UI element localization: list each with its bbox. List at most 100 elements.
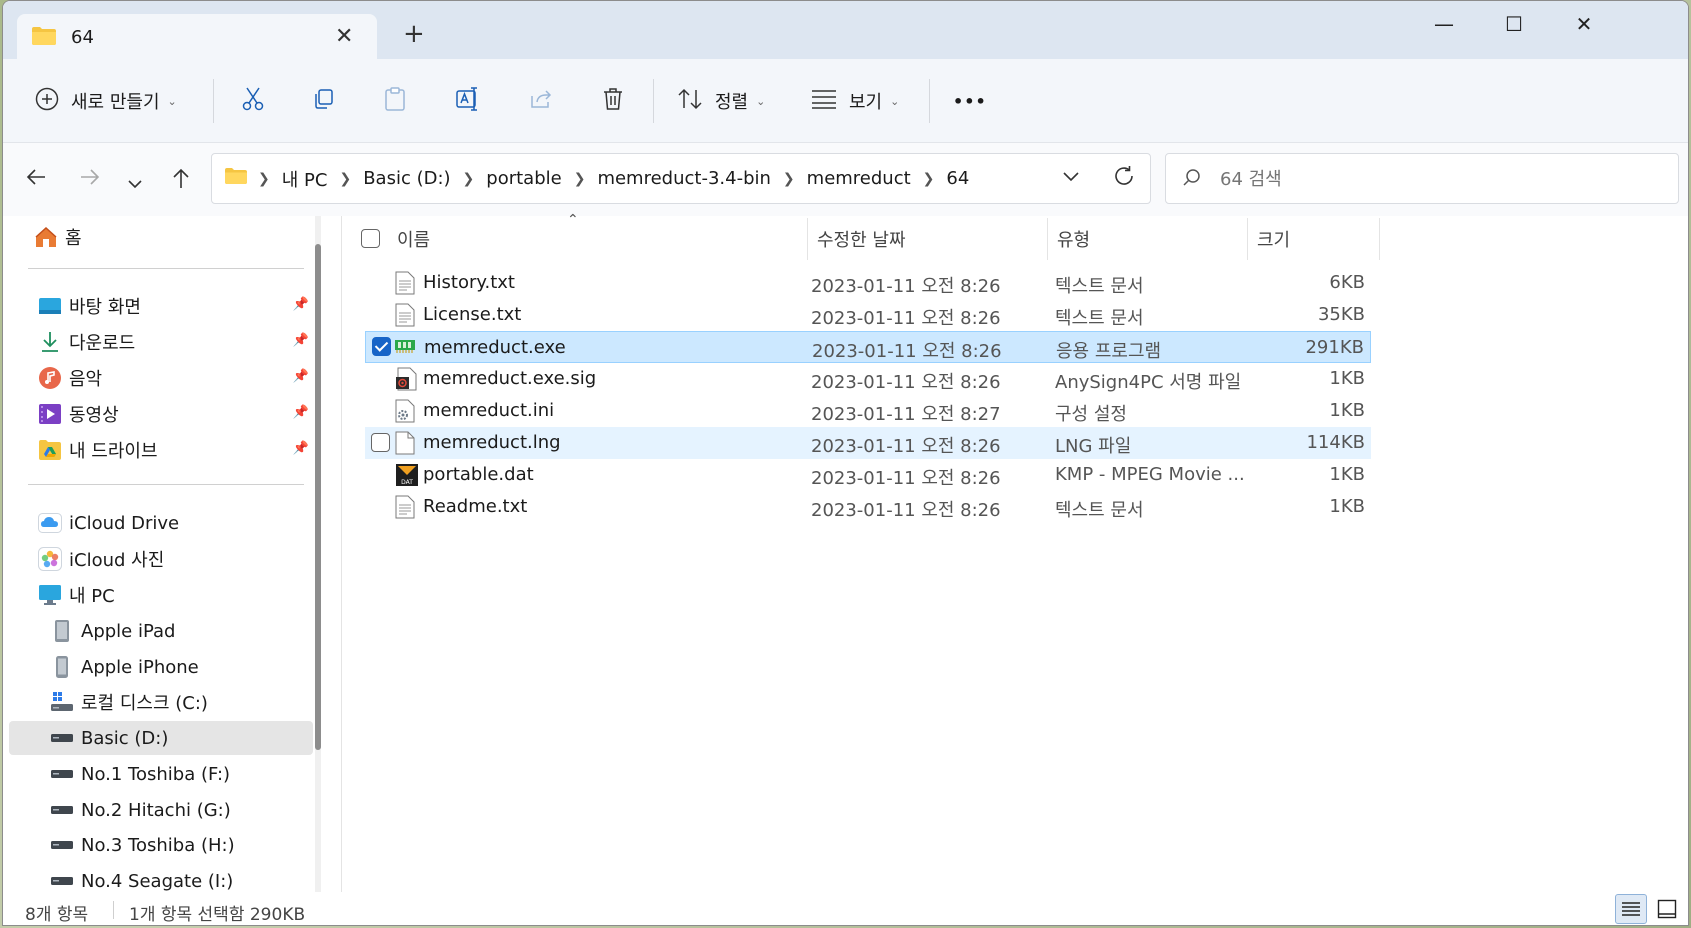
chevron-right-icon[interactable]: ❯: [783, 171, 795, 187]
sidebar-item-label: Apple iPhone: [81, 656, 199, 678]
sidebar-item-hitachi-g[interactable]: No.2 Hitachi (G:): [49, 793, 313, 827]
sidebar-item-icloud-photos[interactable]: iCloud 사진: [37, 542, 313, 576]
column-divider[interactable]: [807, 218, 808, 260]
details-view-button[interactable]: [1615, 894, 1647, 924]
sidebar-item-music[interactable]: 음악 📌: [37, 361, 313, 395]
selection-info: 1개 항목 선택함 290KB: [129, 905, 306, 925]
sidebar-scrollbar[interactable]: [315, 216, 321, 892]
address-bar[interactable]: ❯ 내 PC ❯ Basic (D:) ❯ portable ❯ memredu…: [211, 153, 1151, 204]
column-divider[interactable]: [1379, 218, 1380, 260]
address-history-dropdown[interactable]: [1062, 166, 1080, 187]
sort-button[interactable]: 정렬 ⌄: [677, 59, 765, 143]
maximize-button[interactable]: ☐: [1479, 1, 1549, 47]
tab-64[interactable]: 64 ✕: [17, 14, 377, 59]
sidebar-item-label: No.1 Toshiba (F:): [81, 763, 231, 785]
file-type: 텍스트 문서: [1055, 308, 1144, 329]
sidebar-item-my-drive[interactable]: 내 드라이브 📌: [37, 433, 313, 467]
breadcrumb-basic-d[interactable]: Basic (D:): [363, 168, 450, 189]
pane-divider[interactable]: [341, 216, 342, 892]
file-type: 응용 프로그램: [1056, 341, 1162, 362]
column-header-type[interactable]: 유형: [1057, 216, 1237, 262]
file-date: 2023-01-11 오전 8:27: [811, 404, 1001, 425]
breadcrumb-memreduct[interactable]: memreduct: [807, 168, 911, 189]
breadcrumb-portable[interactable]: portable: [486, 168, 561, 189]
system-drive-icon: [49, 690, 75, 714]
toolbar-divider: [213, 79, 214, 123]
close-tab-icon[interactable]: ✕: [335, 24, 353, 49]
search-box[interactable]: [1165, 153, 1679, 204]
file-size: 1KB: [1329, 496, 1365, 517]
refresh-icon[interactable]: [1112, 164, 1136, 192]
file-row[interactable]: memreduct.exe.sig 2023-01-11 오전 8:26 Any…: [365, 363, 1371, 395]
recent-locations-button[interactable]: [127, 171, 143, 196]
file-date: 2023-01-11 오전 8:26: [811, 372, 1001, 393]
delete-button[interactable]: [601, 59, 625, 143]
search-input[interactable]: [1220, 164, 1660, 194]
file-name: portable.dat: [423, 464, 534, 485]
row-checkbox[interactable]: [371, 433, 390, 452]
row-checkbox[interactable]: [372, 337, 391, 356]
forward-button[interactable]: [79, 167, 101, 193]
column-divider[interactable]: [1247, 218, 1248, 260]
file-row-selected[interactable]: memreduct.exe 2023-01-11 오전 8:26 응용 프로그램…: [365, 331, 1371, 363]
view-button[interactable]: 보기 ⌄: [811, 59, 899, 143]
sidebar-item-toshiba-h[interactable]: No.3 Toshiba (H:): [49, 828, 313, 862]
sidebar-item-icloud-drive[interactable]: iCloud Drive: [37, 506, 313, 540]
sidebar-item-local-disk-c[interactable]: 로컬 디스크 (C:): [49, 685, 313, 719]
file-row[interactable]: License.txt 2023-01-11 오전 8:26 텍스트 문서 35…: [365, 299, 1371, 331]
column-header-name[interactable]: 이름: [397, 216, 777, 262]
paste-button[interactable]: [383, 59, 407, 143]
sidebar-item-desktop[interactable]: 바탕 화면 📌: [37, 289, 313, 323]
file-row[interactable]: Readme.txt 2023-01-11 오전 8:26 텍스트 문서 1KB: [365, 491, 1371, 523]
sidebar-item-home[interactable]: 홈: [33, 220, 337, 254]
new-tab-button[interactable]: +: [403, 21, 425, 47]
column-divider[interactable]: [1047, 218, 1048, 260]
chevron-right-icon[interactable]: ❯: [339, 171, 351, 187]
breadcrumb-memreduct-bin[interactable]: memreduct-3.4-bin: [597, 168, 770, 189]
breadcrumb-this-pc[interactable]: 내 PC: [282, 166, 328, 192]
chevron-right-icon[interactable]: ❯: [463, 171, 475, 187]
back-button[interactable]: [25, 167, 47, 193]
sidebar-item-videos[interactable]: 동영상 📌: [37, 397, 313, 431]
sidebar-item-downloads[interactable]: 다운로드 📌: [37, 325, 313, 359]
text-file-icon: [395, 271, 415, 299]
sidebar-item-apple-ipad[interactable]: Apple iPad: [49, 614, 313, 648]
select-all-checkbox[interactable]: [361, 229, 380, 248]
close-window-button[interactable]: ✕: [1549, 1, 1619, 47]
file-row-hover[interactable]: memreduct.lng 2023-01-11 오전 8:26 LNG 파일 …: [365, 427, 1371, 459]
scrollbar-thumb[interactable]: [315, 244, 321, 750]
new-button[interactable]: 새로 만들기 ⌄: [35, 59, 177, 143]
file-type: 텍스트 문서: [1055, 500, 1144, 521]
up-button[interactable]: [171, 167, 191, 195]
file-row[interactable]: History.txt 2023-01-11 오전 8:26 텍스트 문서 6K…: [365, 267, 1371, 299]
chevron-right-icon[interactable]: ❯: [258, 171, 270, 187]
sidebar-item-apple-iphone[interactable]: Apple iPhone: [49, 650, 313, 684]
file-name: History.txt: [423, 272, 515, 293]
svg-text:DAT: DAT: [401, 479, 413, 486]
chevron-right-icon[interactable]: ❯: [574, 171, 586, 187]
sidebar-item-seagate-i[interactable]: No.4 Seagate (I:): [49, 864, 313, 892]
rename-button[interactable]: [455, 59, 481, 143]
sidebar-item-label: 로컬 디스크 (C:): [81, 693, 208, 714]
sidebar-item-this-pc[interactable]: 내 PC: [37, 578, 313, 612]
computer-icon: [37, 583, 63, 607]
plus-circle-icon: [35, 87, 59, 115]
sidebar-item-toshiba-f[interactable]: No.1 Toshiba (F:): [49, 757, 313, 791]
file-row[interactable]: memreduct.ini 2023-01-11 오전 8:27 구성 설정 1…: [365, 395, 1371, 427]
column-header-date[interactable]: 수정한 날짜: [817, 216, 1037, 262]
copy-button[interactable]: [311, 59, 335, 143]
chevron-right-icon[interactable]: ❯: [923, 171, 935, 187]
file-row[interactable]: DAT portable.dat 2023-01-11 오전 8:26 KMP …: [365, 459, 1371, 491]
breadcrumb-64[interactable]: 64: [946, 168, 969, 189]
sidebar-item-basic-d[interactable]: Basic (D:): [9, 721, 313, 755]
minimize-button[interactable]: —: [1409, 1, 1479, 47]
cut-button[interactable]: [241, 59, 265, 143]
share-button[interactable]: [529, 59, 553, 143]
tiles-view-button[interactable]: [1651, 894, 1683, 924]
sidebar-item-label: 홈: [65, 228, 82, 249]
file-size: 114KB: [1306, 432, 1365, 453]
file-size: 1KB: [1329, 368, 1365, 389]
navigation-pane: 홈 바탕 화면 📌 다운로드 📌 음악 📌 동영상 📌 내 드라이브 📌 iCl…: [3, 216, 337, 892]
column-header-size[interactable]: 크기: [1257, 216, 1377, 262]
more-options-button[interactable]: •••: [953, 59, 987, 143]
